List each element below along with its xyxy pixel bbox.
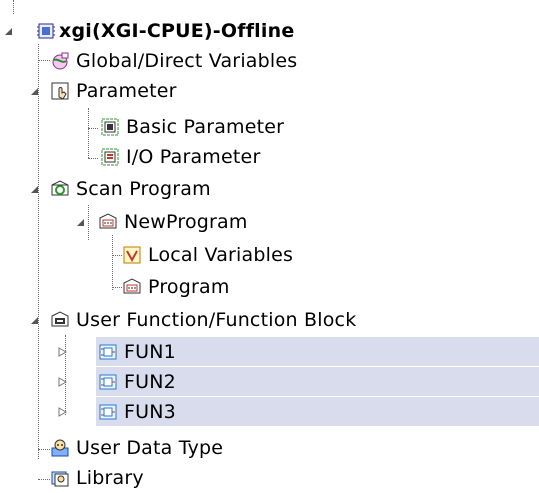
- tree-node-label: Scan Program: [76, 178, 211, 200]
- tree-node-library[interactable]: Library: [0, 463, 539, 493]
- collapsed-arrow-icon[interactable]: [58, 407, 70, 419]
- program-folder-icon: [98, 212, 118, 232]
- user-data-type-icon: [50, 438, 70, 458]
- tree-node-label: Program: [148, 276, 230, 298]
- tree-node-fun1[interactable]: FUN1: [0, 337, 539, 367]
- expanded-arrow-icon[interactable]: [76, 218, 88, 230]
- tree-node-basic-parameter[interactable]: Basic Parameter: [0, 112, 539, 142]
- tree-node-fun2[interactable]: FUN2: [0, 367, 539, 397]
- tree-node-label: Local Variables: [148, 244, 294, 266]
- tree-node-user-data-type[interactable]: User Data Type: [0, 433, 539, 463]
- basic-parameter-icon: [100, 117, 120, 137]
- project-tree: xgi(XGI-CPUE)-Offline Global/Direct Vari…: [0, 0, 539, 491]
- function-icon: [98, 342, 118, 362]
- tree-node-label: User Function/Function Block: [76, 309, 357, 331]
- tree-node-label: FUN3: [124, 401, 176, 423]
- tree-line: [13, 0, 14, 14]
- tree-node-user-function-block[interactable]: User Function/Function Block: [0, 305, 539, 335]
- expanded-arrow-icon[interactable]: [30, 316, 42, 328]
- tree-node-label: FUN2: [124, 371, 176, 393]
- tree-node-label: Global/Direct Variables: [76, 50, 298, 72]
- function-icon: [98, 372, 118, 392]
- program-icon: [122, 277, 142, 297]
- scan-program-icon: [50, 179, 70, 199]
- tree-node-label: Basic Parameter: [126, 116, 285, 138]
- tree-node-parameter[interactable]: Parameter: [0, 76, 539, 106]
- collapsed-arrow-icon[interactable]: [58, 377, 70, 389]
- tree-node-fun3[interactable]: FUN3: [0, 397, 539, 427]
- tree-node-io-parameter[interactable]: I/O Parameter: [0, 142, 539, 172]
- tree-node-local-variables[interactable]: Local Variables: [0, 240, 539, 270]
- function-icon: [98, 402, 118, 422]
- collapsed-arrow-icon[interactable]: [58, 347, 70, 359]
- tree-node-root[interactable]: xgi(XGI-CPUE)-Offline: [0, 16, 539, 46]
- io-parameter-icon: [100, 147, 120, 167]
- tree-node-program[interactable]: Program: [0, 272, 539, 302]
- expanded-arrow-icon[interactable]: [30, 185, 42, 197]
- tree-node-new-program[interactable]: NewProgram: [0, 207, 539, 237]
- tree-node-label: Library: [76, 467, 144, 489]
- local-variables-icon: [122, 245, 142, 265]
- tree-node-global-direct-variables[interactable]: Global/Direct Variables: [0, 46, 539, 76]
- tree-node-label: FUN1: [124, 341, 176, 363]
- parameter-icon: [50, 81, 70, 101]
- tree-node-label: User Data Type: [76, 437, 224, 459]
- tree-node-label: xgi(XGI-CPUE)-Offline: [59, 20, 295, 42]
- tree-node-label: I/O Parameter: [126, 146, 261, 168]
- global-variables-icon: [50, 51, 70, 71]
- tree-node-label: NewProgram: [124, 211, 248, 233]
- tree-node-label: Parameter: [76, 80, 177, 102]
- user-function-icon: [50, 310, 70, 330]
- cpu-icon: [36, 21, 56, 41]
- expanded-arrow-icon[interactable]: [30, 87, 42, 99]
- expanded-arrow-icon[interactable]: [4, 27, 16, 39]
- tree-node-scan-program[interactable]: Scan Program: [0, 174, 539, 204]
- library-icon: [50, 468, 70, 488]
